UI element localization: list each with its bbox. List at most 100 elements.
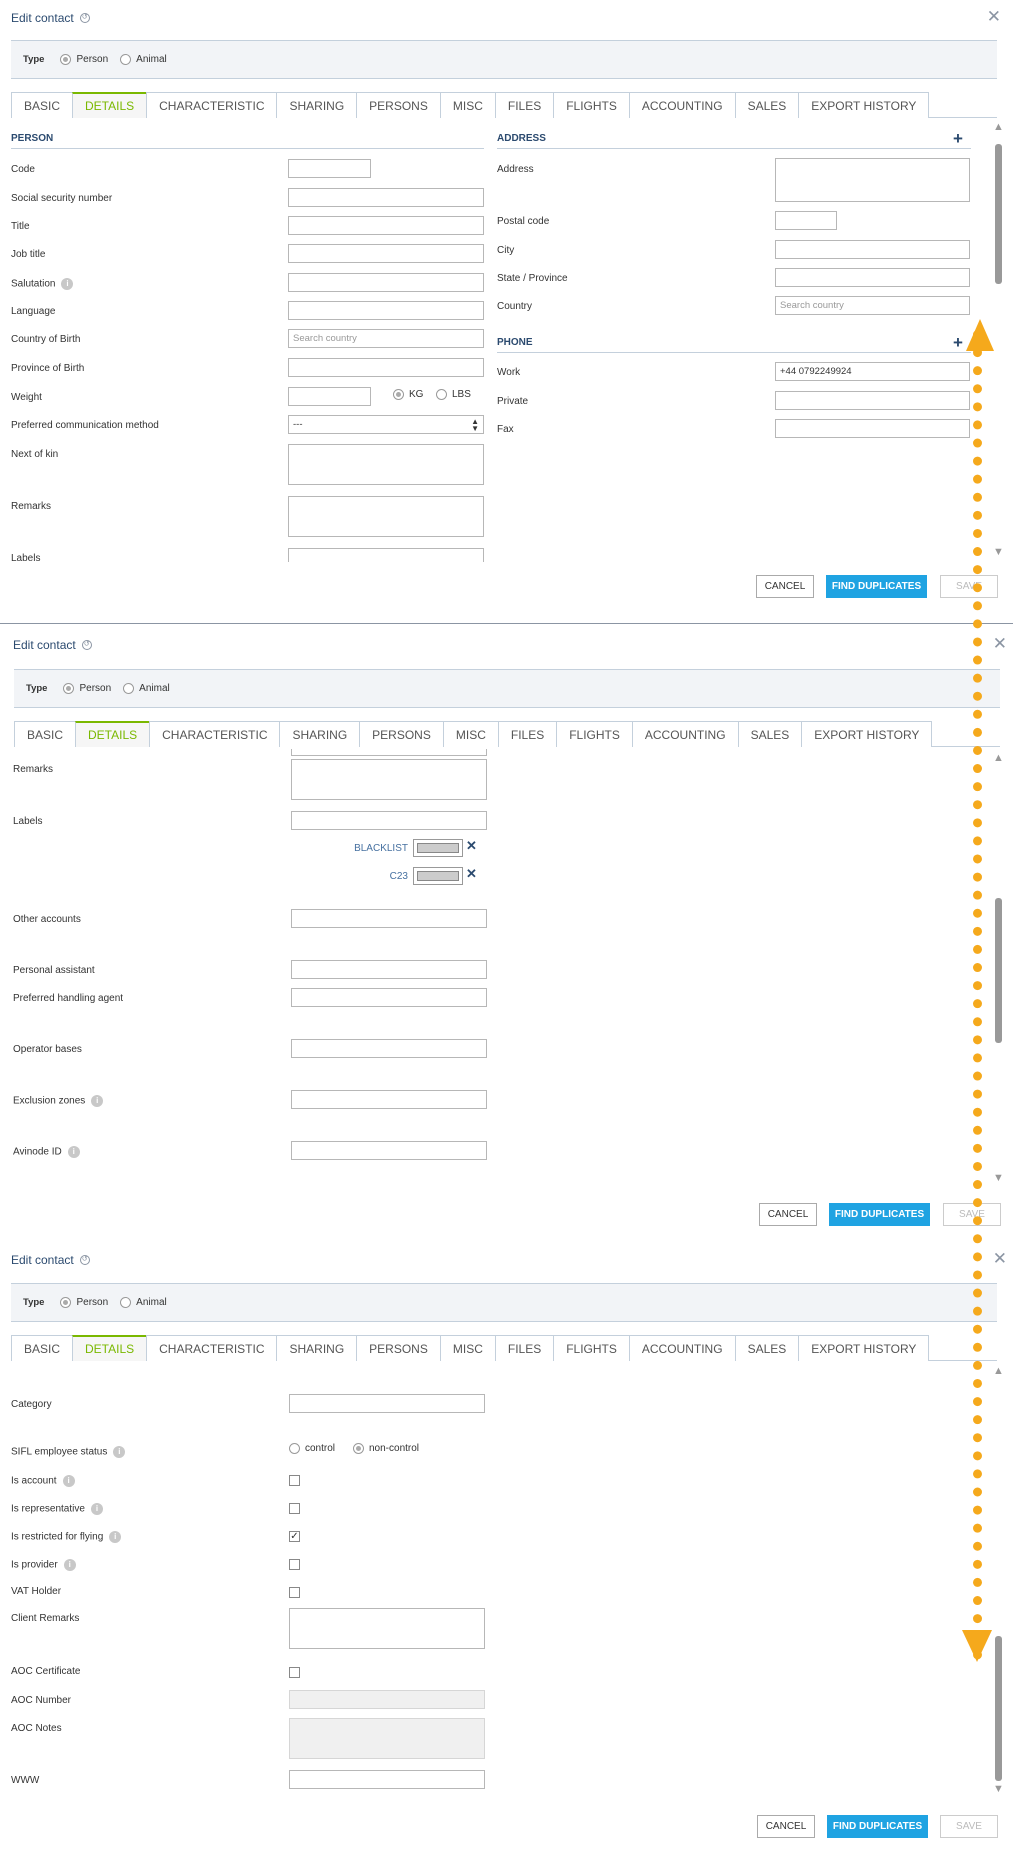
other-accounts-input[interactable] bbox=[291, 909, 487, 928]
tab-characteristic[interactable]: CHARACTERISTIC bbox=[146, 92, 278, 118]
cancel-button[interactable]: CANCEL bbox=[756, 575, 814, 598]
sifl-control-radio[interactable]: control bbox=[289, 1443, 335, 1454]
scroll-down-icon[interactable]: ▼ bbox=[993, 1784, 1004, 1795]
scroll-up-icon[interactable]: ▲ bbox=[993, 753, 1004, 764]
tab-files[interactable]: FILES bbox=[494, 1335, 555, 1361]
tab-sharing[interactable]: SHARING bbox=[276, 92, 358, 118]
tab-misc[interactable]: MISC bbox=[442, 721, 499, 747]
type-animal-radio[interactable]: Animal bbox=[123, 683, 170, 694]
tab-misc[interactable]: MISC bbox=[439, 1335, 496, 1361]
scroll-thumb[interactable] bbox=[995, 1636, 1002, 1781]
pref-handling-agent-input[interactable] bbox=[291, 988, 487, 1007]
sifl-non-control-radio[interactable]: non-control bbox=[353, 1443, 419, 1454]
tab-persons[interactable]: PERSONS bbox=[359, 721, 444, 747]
tab-files[interactable]: FILES bbox=[494, 92, 555, 118]
tab-details[interactable]: DETAILS bbox=[72, 92, 148, 118]
exclusion-zones-input[interactable] bbox=[291, 1090, 487, 1109]
scrollbar[interactable]: ▲ ▼ bbox=[993, 122, 1004, 562]
language-input[interactable] bbox=[288, 301, 484, 320]
info-icon[interactable]: i bbox=[67, 1146, 80, 1158]
scroll-up-icon[interactable]: ▲ bbox=[993, 122, 1004, 133]
labels-input[interactable] bbox=[291, 811, 487, 830]
type-animal-radio[interactable]: Animal bbox=[120, 1297, 167, 1308]
fax-input[interactable] bbox=[775, 419, 970, 438]
find-duplicates-button[interactable]: FIND DUPLICATES bbox=[827, 1815, 928, 1838]
avinode-id-input[interactable] bbox=[291, 1141, 487, 1160]
history-icon[interactable]: ↺ bbox=[79, 13, 90, 23]
category-input[interactable] bbox=[289, 1394, 485, 1413]
info-icon[interactable]: i bbox=[113, 1446, 126, 1458]
tab-accounting[interactable]: ACCOUNTING bbox=[631, 721, 739, 747]
scroll-down-icon[interactable]: ▼ bbox=[993, 1173, 1004, 1184]
close-icon[interactable]: ✕ bbox=[993, 1250, 1007, 1268]
weight-kg-radio[interactable]: KG bbox=[393, 389, 423, 400]
tab-sharing[interactable]: SHARING bbox=[279, 721, 361, 747]
weight-lbs-radio[interactable]: LBS bbox=[436, 389, 471, 400]
country-of-birth-input[interactable]: Search country bbox=[288, 329, 484, 348]
pref-comm-select[interactable]: --- ▲ ▼ bbox=[288, 415, 484, 434]
vat-holder-checkbox[interactable] bbox=[289, 1587, 300, 1598]
scroll-thumb[interactable] bbox=[995, 898, 1002, 1043]
province-of-birth-input[interactable] bbox=[288, 358, 484, 377]
weight-input[interactable] bbox=[288, 387, 371, 406]
tab-details[interactable]: DETAILS bbox=[72, 1335, 148, 1361]
work-phone-input[interactable]: +44 0792249924 bbox=[775, 362, 970, 381]
is-restricted-checkbox[interactable]: ✓ bbox=[289, 1531, 300, 1542]
label-color-swatch[interactable] bbox=[413, 839, 463, 857]
salutation-input[interactable] bbox=[288, 273, 484, 292]
add-phone-icon[interactable]: + bbox=[953, 334, 963, 351]
tab-basic[interactable]: BASIC bbox=[14, 721, 77, 747]
find-duplicates-button[interactable]: FIND DUPLICATES bbox=[829, 1203, 930, 1226]
add-address-icon[interactable]: + bbox=[953, 130, 963, 147]
country-input[interactable]: Search country bbox=[775, 296, 970, 315]
find-duplicates-button[interactable]: FIND DUPLICATES bbox=[826, 575, 927, 598]
city-input[interactable] bbox=[775, 240, 970, 259]
tab-export-history[interactable]: EXPORT HISTORY bbox=[798, 1335, 930, 1361]
save-button[interactable]: SAVE bbox=[940, 575, 998, 598]
cancel-button[interactable]: CANCEL bbox=[757, 1815, 815, 1838]
scroll-up-icon[interactable]: ▲ bbox=[993, 1366, 1004, 1377]
tab-accounting[interactable]: ACCOUNTING bbox=[628, 1335, 736, 1361]
client-remarks-textarea[interactable] bbox=[289, 1608, 485, 1649]
tab-basic[interactable]: BASIC bbox=[11, 1335, 74, 1361]
cancel-button[interactable]: CANCEL bbox=[759, 1203, 817, 1226]
job-title-input[interactable] bbox=[288, 244, 484, 263]
remarks-textarea[interactable] bbox=[291, 759, 487, 800]
is-representative-checkbox[interactable] bbox=[289, 1503, 300, 1514]
tab-characteristic[interactable]: CHARACTERISTIC bbox=[149, 721, 281, 747]
ssn-input[interactable] bbox=[288, 188, 484, 207]
history-icon[interactable]: ↺ bbox=[81, 640, 92, 650]
tab-details[interactable]: DETAILS bbox=[75, 721, 151, 747]
aoc-certificate-checkbox[interactable] bbox=[289, 1667, 300, 1678]
labels-input[interactable] bbox=[288, 548, 484, 562]
is-account-checkbox[interactable] bbox=[289, 1475, 300, 1486]
scrollbar[interactable]: ▲ ▼ bbox=[993, 1366, 1004, 1796]
type-person-radio[interactable]: Person bbox=[60, 1297, 108, 1308]
type-animal-radio[interactable]: Animal bbox=[120, 54, 167, 65]
www-input[interactable] bbox=[289, 1770, 485, 1789]
tab-export-history[interactable]: EXPORT HISTORY bbox=[801, 721, 933, 747]
postal-code-input[interactable] bbox=[775, 211, 837, 230]
address-textarea[interactable] bbox=[775, 158, 970, 202]
scroll-thumb[interactable] bbox=[995, 144, 1002, 284]
save-button[interactable]: SAVE bbox=[940, 1815, 998, 1838]
label-color-swatch[interactable] bbox=[413, 867, 463, 885]
remarks-textarea[interactable] bbox=[288, 496, 484, 537]
tab-flights[interactable]: FLIGHTS bbox=[553, 92, 630, 118]
tab-export-history[interactable]: EXPORT HISTORY bbox=[798, 92, 930, 118]
type-person-radio[interactable]: Person bbox=[63, 683, 111, 694]
tab-flights[interactable]: FLIGHTS bbox=[553, 1335, 630, 1361]
tab-sharing[interactable]: SHARING bbox=[276, 1335, 358, 1361]
private-phone-input[interactable] bbox=[775, 391, 970, 410]
type-person-radio[interactable]: Person bbox=[60, 54, 108, 65]
operator-bases-input[interactable] bbox=[291, 1039, 487, 1058]
info-icon[interactable]: i bbox=[91, 1095, 104, 1107]
tab-basic[interactable]: BASIC bbox=[11, 92, 74, 118]
tab-persons[interactable]: PERSONS bbox=[356, 1335, 441, 1361]
next-of-kin-textarea[interactable] bbox=[288, 444, 484, 485]
tab-sales[interactable]: SALES bbox=[734, 92, 800, 118]
tab-flights[interactable]: FLIGHTS bbox=[556, 721, 633, 747]
tab-files[interactable]: FILES bbox=[497, 721, 558, 747]
tab-misc[interactable]: MISC bbox=[439, 92, 496, 118]
tab-persons[interactable]: PERSONS bbox=[356, 92, 441, 118]
